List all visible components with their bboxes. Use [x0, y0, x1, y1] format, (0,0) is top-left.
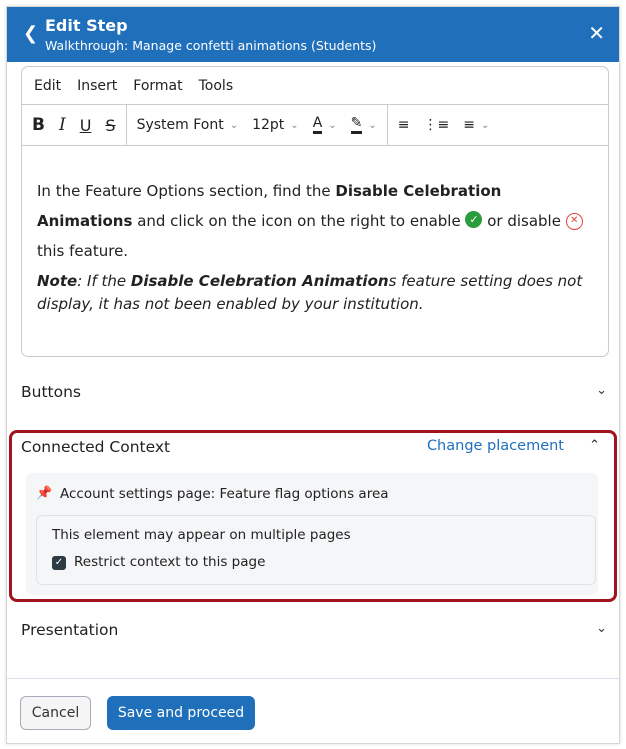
check-circle-icon: ✓ [465, 211, 483, 228]
bold-button[interactable]: B [32, 115, 45, 135]
close-icon[interactable]: ✕ [588, 21, 605, 45]
context-location: Account settings page: Feature flag opti… [60, 486, 389, 502]
pin-icon: 📌 [36, 486, 53, 501]
edit-step-panel: ❮ Edit Step Walkthrough: Manage confetti… [6, 6, 620, 744]
chevron-down-icon: ⌄ [368, 119, 377, 131]
highlight-icon[interactable]: ✎ [350, 116, 363, 134]
restrict-label[interactable]: Restrict context to this page [74, 554, 265, 570]
header: ❮ Edit Step Walkthrough: Manage confetti… [7, 7, 619, 62]
chevron-down-icon: ⌄ [596, 621, 607, 636]
presentation-section-toggle[interactable]: Presentation ⌄ [21, 621, 607, 639]
menu-tools[interactable]: Tools [199, 78, 234, 94]
menu-format[interactable]: Format [133, 78, 182, 94]
rich-text-editor: Edit Insert Format Tools B I U S System … [21, 66, 609, 357]
bullet-list-icon[interactable]: ⋮≡ [424, 117, 450, 133]
editor-menubar: Edit Insert Format Tools [22, 67, 608, 105]
connected-context-section: Connected Context Change placement ⌃ 📌 A… [9, 430, 617, 602]
chevron-down-icon: ⌄ [596, 383, 607, 398]
text-color-button[interactable]: A [312, 116, 323, 134]
context-options: This element may appear on multiple page… [36, 515, 596, 585]
align-icon[interactable]: ≡ [463, 117, 475, 133]
menu-edit[interactable]: Edit [34, 78, 61, 94]
editor-toolbar: B I U S System Font ⌄ 12pt ⌄ A ⌄ ✎ ⌄ ≡ ⋮≡ ≡ ⌄ [22, 105, 608, 146]
panel-subtitle: Walkthrough: Manage confetti animations … [45, 38, 377, 53]
cancel-button[interactable]: Cancel [20, 696, 91, 730]
chevron-down-icon: ⌄ [480, 119, 490, 131]
menu-insert[interactable]: Insert [77, 78, 117, 94]
context-panel: 📌 Account settings page: Feature flag op… [26, 473, 598, 595]
chevron-down-icon: ⌄ [229, 119, 239, 131]
buttons-section-toggle[interactable]: Buttons ⌄ [21, 383, 607, 401]
font-family-select[interactable]: System Font [137, 117, 224, 133]
section-title: Connected Context [21, 438, 171, 456]
ordered-list-icon[interactable]: ≡ [398, 117, 410, 133]
change-placement-link[interactable]: Change placement [427, 438, 564, 454]
chevron-down-icon: ⌄ [328, 119, 337, 131]
footer: Cancel Save and proceed [7, 678, 619, 743]
restrict-checkbox[interactable]: ✓ [52, 556, 66, 570]
x-circle-icon: ✕ [565, 213, 583, 230]
panel-title: Edit Step [45, 16, 128, 35]
save-and-proceed-button[interactable]: Save and proceed [107, 696, 255, 730]
underline-button[interactable]: U [80, 116, 92, 135]
font-size-select[interactable]: 12pt [252, 117, 284, 133]
multi-page-note: This element may appear on multiple page… [52, 527, 351, 543]
chevron-up-icon[interactable]: ⌃ [589, 438, 600, 453]
strikethrough-button[interactable]: S [105, 116, 115, 135]
chevron-down-icon: ⌄ [290, 119, 299, 131]
editor-content[interactable]: In the Feature Options section, find the… [22, 146, 608, 346]
italic-button[interactable]: I [59, 115, 66, 135]
chevron-left-icon[interactable]: ❮ [23, 23, 38, 44]
